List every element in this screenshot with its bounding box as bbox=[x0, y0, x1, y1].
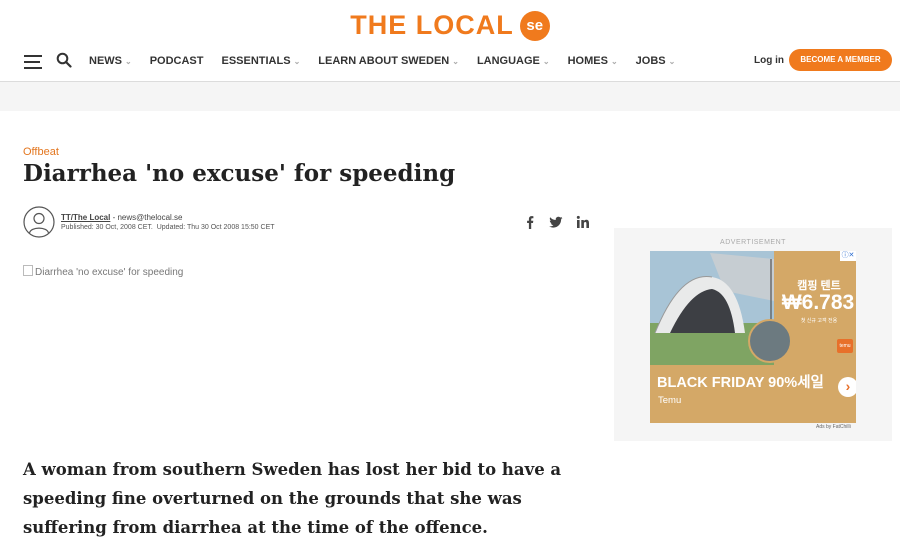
main-nav: NEWS ⌄ PODCAST ESSENTIALS ⌄ LEARN ABOUT SW… bbox=[0, 44, 900, 82]
ad-promo-text: BLACK FRIDAY 90%세일 bbox=[657, 375, 824, 391]
linkedin-icon[interactable] bbox=[576, 215, 590, 229]
facebook-icon[interactable] bbox=[523, 215, 537, 229]
ad-brand-logo-icon: temu bbox=[837, 339, 853, 353]
article-image-alt: Diarrhea 'no excuse' for speeding bbox=[35, 267, 184, 278]
chevron-down-icon: ⌄ bbox=[125, 57, 132, 66]
logo-badge: se bbox=[519, 10, 550, 41]
ad-small-text: 첫 신규 고객 전용 bbox=[800, 318, 838, 324]
nav-item-homes[interactable]: HOMES ⌄ bbox=[568, 55, 618, 67]
nav-item-podcast[interactable]: PODCAST bbox=[150, 55, 204, 67]
nav-items: NEWS ⌄ PODCAST ESSENTIALS ⌄ LEARN ABOUT SW… bbox=[89, 55, 693, 67]
author-avatar-icon bbox=[23, 206, 55, 238]
author-email: news@thelocal.se bbox=[117, 213, 183, 222]
author-name[interactable]: TT/The Local bbox=[61, 213, 110, 222]
hamburger-menu-icon[interactable] bbox=[24, 55, 42, 69]
chevron-down-icon: ⌄ bbox=[542, 57, 550, 66]
ad-choices-close-icon[interactable]: ⓘ✕ bbox=[840, 251, 856, 261]
twitter-icon[interactable] bbox=[549, 215, 563, 229]
ad-next-arrow-icon[interactable]: › bbox=[838, 377, 856, 397]
updated-date: Updated: Thu 30 Oct 2008 15:50 CET bbox=[156, 224, 275, 231]
nav-item-news[interactable]: NEWS ⌄ bbox=[89, 55, 132, 67]
banner-placeholder bbox=[0, 82, 900, 111]
advertisement-box: ADVERTISEMENT ⓘ✕ 캠핑 텐트 ₩6.783 첫 신규 고객 전용… bbox=[614, 228, 892, 441]
nav-item-learn-about-sweden[interactable]: LEARN ABOUT SWEDEN ⌄ bbox=[318, 55, 459, 67]
ad-banner[interactable]: ⓘ✕ 캠핑 텐트 ₩6.783 첫 신규 고객 전용 temu BLACK FR… bbox=[650, 251, 856, 423]
article-lead: A woman from southern Sweden has lost he… bbox=[23, 460, 562, 537]
ad-price: ₩6.783 bbox=[781, 291, 855, 314]
logo-text: THE LOCAL bbox=[350, 10, 514, 40]
chevron-down-icon: ⌄ bbox=[293, 57, 301, 66]
broken-image-icon bbox=[23, 265, 33, 276]
published-date: Published: 30 Oct, 2008 CET. bbox=[61, 224, 153, 231]
chevron-down-icon: ⌄ bbox=[452, 57, 459, 66]
ad-inset-image bbox=[748, 319, 792, 363]
become-member-button[interactable]: BECOME A MEMBER bbox=[789, 49, 892, 71]
nav-item-essentials[interactable]: ESSENTIALS ⌄ bbox=[221, 55, 300, 67]
ad-label: ADVERTISEMENT bbox=[720, 239, 786, 246]
chevron-down-icon: ⌄ bbox=[668, 57, 676, 66]
search-icon[interactable] bbox=[56, 52, 72, 68]
ads-by-credit[interactable]: Ads by FatChilli bbox=[816, 424, 851, 430]
site-logo[interactable]: THE LOCAL se bbox=[0, 10, 900, 44]
nav-item-jobs[interactable]: JOBS ⌄ bbox=[636, 55, 676, 67]
login-link[interactable]: Log in bbox=[754, 55, 784, 66]
nav-item-language[interactable]: LANGUAGE ⌄ bbox=[477, 55, 550, 67]
article-category[interactable]: Offbeat bbox=[23, 146, 59, 158]
ad-brand-name: Temu bbox=[658, 395, 682, 406]
publish-info: Published: 30 Oct, 2008 CET. Updated: Th… bbox=[61, 224, 275, 231]
chevron-down-icon: ⌄ bbox=[610, 57, 618, 66]
article-title: Diarrhea 'no excuse' for speeding bbox=[23, 160, 456, 187]
author-byline: TT/The Local - news@thelocal.se bbox=[61, 213, 183, 222]
article-image-broken: Diarrhea 'no excuse' for speeding bbox=[23, 265, 183, 278]
